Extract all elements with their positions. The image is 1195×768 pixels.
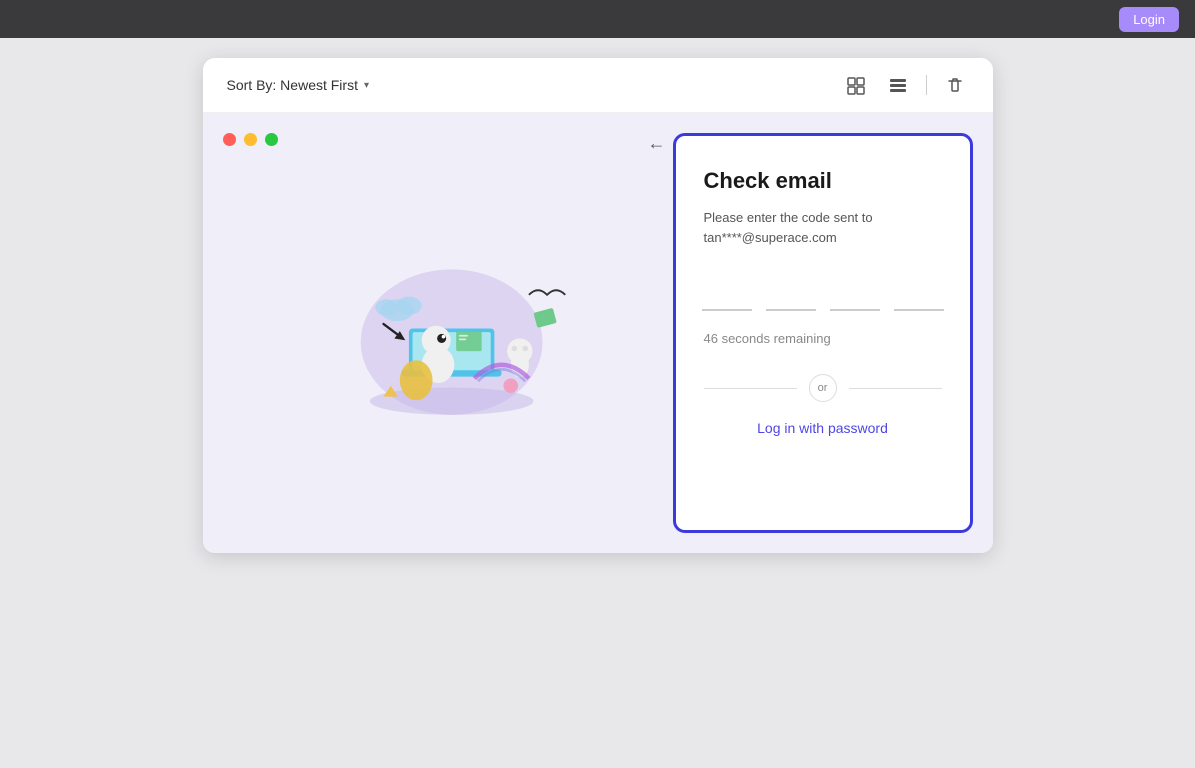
traffic-lights	[223, 133, 278, 146]
list-view-button[interactable]	[842, 71, 870, 99]
grid-view-button[interactable]	[884, 71, 912, 99]
toolbar-divider	[926, 75, 927, 95]
panel: Sort By: Newest First ▾	[203, 58, 993, 553]
minimize-dot[interactable]	[244, 133, 257, 146]
otp-input-1[interactable]	[702, 275, 752, 311]
list-view-icon	[846, 75, 866, 95]
illustration-area	[203, 113, 673, 553]
log-in-password-button[interactable]: Log in with password	[704, 420, 942, 436]
login-button[interactable]: Login	[1119, 7, 1179, 32]
toolbar: Sort By: Newest First ▾	[203, 58, 993, 113]
titlebar: Login	[0, 0, 1195, 38]
or-line-left	[704, 388, 797, 389]
trash-icon	[945, 75, 965, 95]
maximize-dot[interactable]	[265, 133, 278, 146]
delete-button[interactable]	[941, 71, 969, 99]
or-circle: or	[809, 374, 837, 402]
grid-view-icon	[888, 75, 908, 95]
back-button[interactable]: ←	[648, 133, 666, 154]
check-email-title: Check email	[704, 168, 942, 194]
otp-row	[704, 275, 942, 311]
inner-window: ← Check email Please enter the code sent…	[203, 113, 993, 553]
main-area: Sort By: Newest First ▾	[0, 38, 1195, 768]
sort-button[interactable]: Sort By: Newest First ▾	[227, 77, 370, 93]
toolbar-icons	[842, 71, 969, 99]
check-email-subtitle: Please enter the code sent to tan****@su…	[704, 208, 942, 247]
illustration	[288, 233, 588, 433]
panel-content: ← Check email Please enter the code sent…	[203, 113, 993, 553]
sort-label: Sort By: Newest First	[227, 77, 358, 93]
check-email-panel: ← Check email Please enter the code sent…	[673, 133, 973, 533]
otp-input-4[interactable]	[894, 275, 944, 311]
otp-input-2[interactable]	[766, 275, 816, 311]
or-line-right	[849, 388, 942, 389]
otp-input-3[interactable]	[830, 275, 880, 311]
close-dot[interactable]	[223, 133, 236, 146]
timer-text: 46 seconds remaining	[704, 331, 942, 346]
or-divider: or	[704, 374, 942, 402]
chevron-down-icon: ▾	[364, 80, 369, 91]
